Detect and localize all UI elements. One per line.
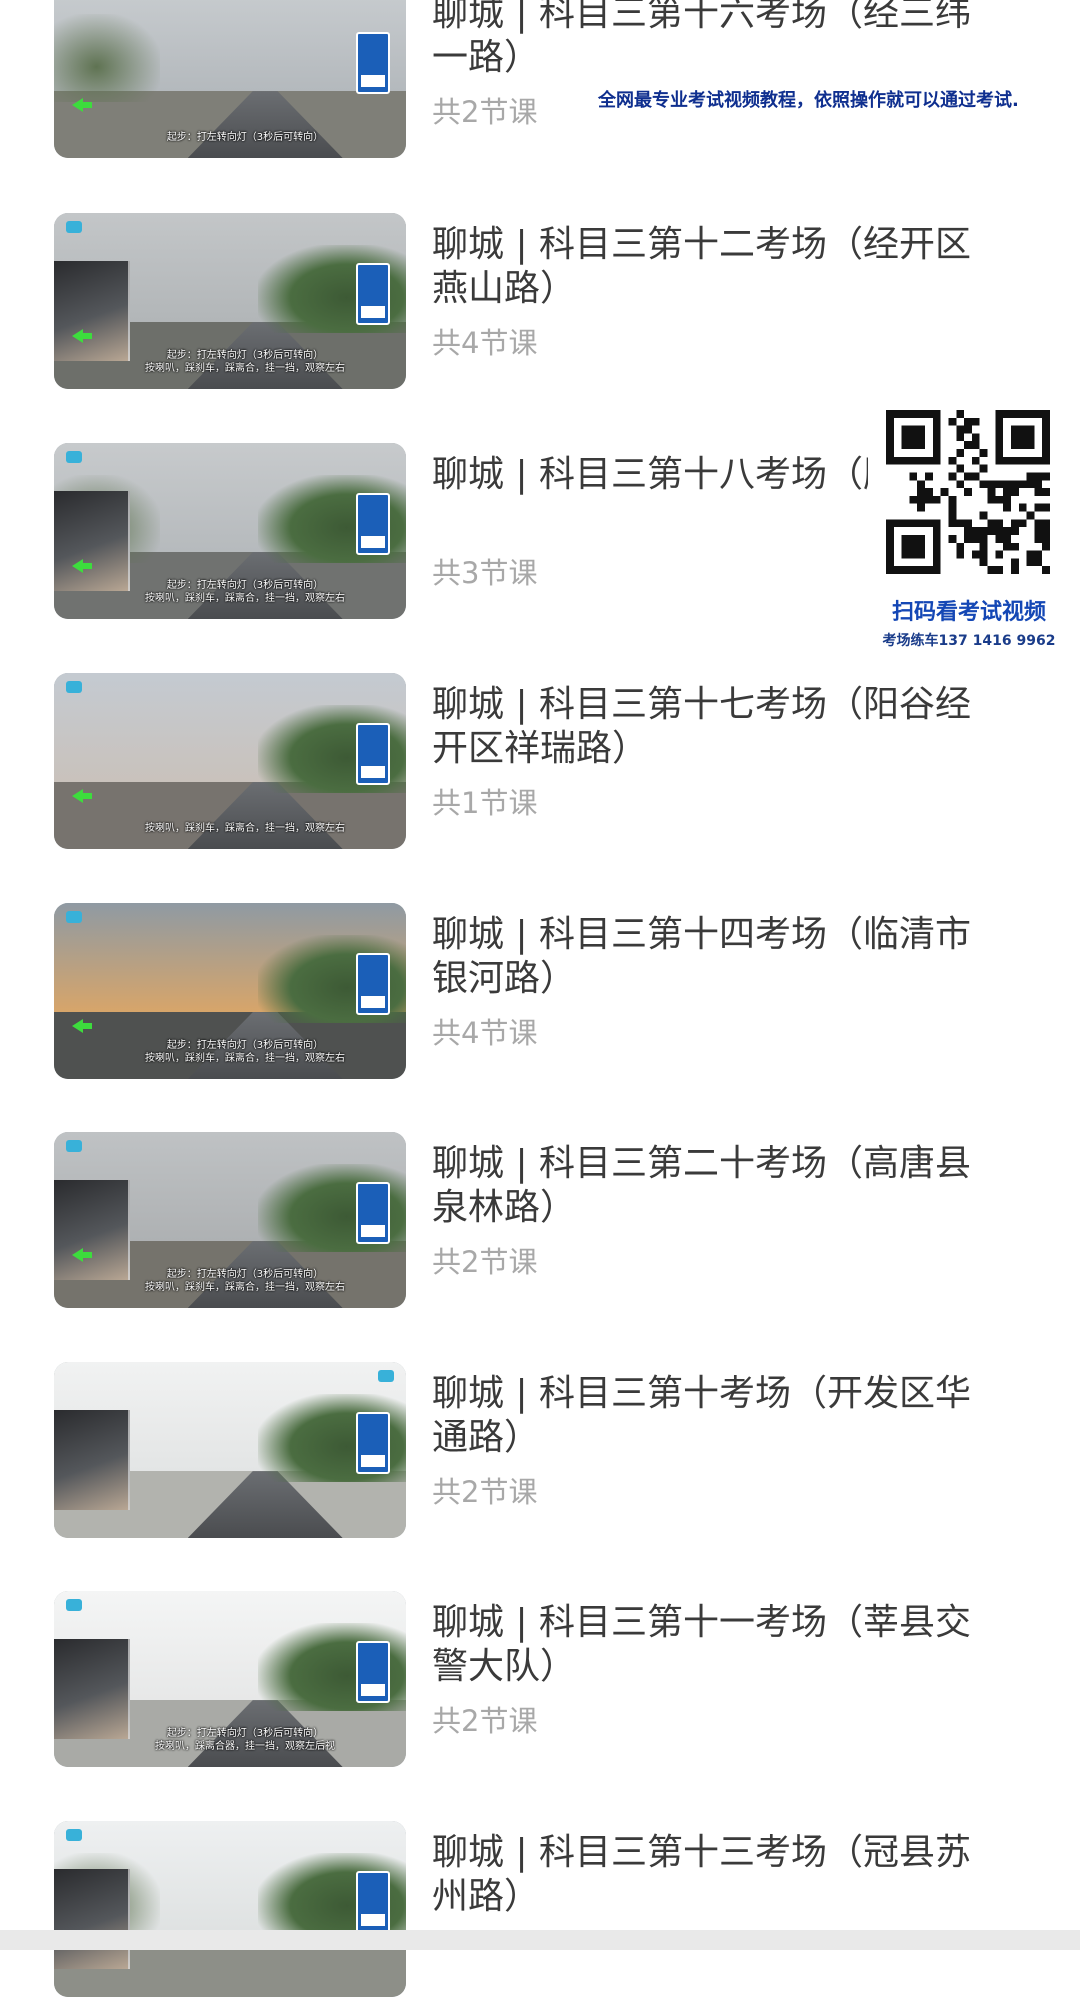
course-title[interactable]: 聊城 | 科目三第十七考场（阳谷经开区祥瑞路） [432,683,1002,771]
bottom-bar [0,1930,1080,1950]
course-thumbnail[interactable]: 起步：打左转向灯（3秒后可转向） [54,0,406,158]
turn-left-arrow-icon [72,329,92,343]
course-title[interactable]: 聊城 | 科目三第十四考场（临清市银河路） [432,913,1002,1001]
course-item[interactable]: 聊城 | 科目三第十考场（开发区华通路） 共2节课 [0,1362,1080,1538]
qr-code-icon [886,410,1050,574]
course-item[interactable]: 起步：打左转向灯（3秒后可转向） 按喇叭，踩刹车，踩离合，挂一挡，观察左右 聊城… [0,1132,1080,1308]
driver-inset [54,1410,130,1510]
lesson-count: 共1节课 [432,786,538,820]
video-caption: 起步：打左转向灯（3秒后可转向） [166,132,324,143]
course-title[interactable]: 聊城 | 科目三第十一考场（莘县交警大队） [432,1601,1002,1689]
driver-inset [54,1639,130,1739]
turn-left-arrow-icon [72,98,92,112]
cloud-icon [66,681,82,693]
thumbnail-trees [54,13,160,102]
road-sign-icon [356,953,390,1015]
lesson-count: 共4节课 [432,326,538,360]
video-caption: 起步：打左转向灯（3秒后可转向） 按喇叭，踩刹车，踩离合，挂一挡，观察左右 [145,1040,345,1064]
course-thumbnail[interactable]: 起步：打左转向灯（3秒后可转向） 按喇叭，踩刹车，踩离合，挂一挡，观察左右 [54,213,406,389]
road-sign-icon [356,723,390,785]
road-sign-icon [356,1412,390,1474]
video-caption: 起步：打左转向灯（3秒后可转向） 按喇叭，踩刹车，踩离合，挂一挡，观察左右 [145,1269,345,1293]
lesson-count: 共2节课 [432,95,538,129]
course-item[interactable]: 起步：打左转向灯（3秒后可转向） 按喇叭，踩离合器，挂一挡，观察左后视 聊城 |… [0,1591,1080,1767]
video-caption: 起步：打左转向灯（3秒后可转向） 按喇叭，踩刹车，踩离合，挂一挡，观察左右 [145,580,345,604]
course-title[interactable]: 聊城 | 科目三第十考场（开发区华通路） [432,1372,1002,1460]
turn-left-arrow-icon [72,789,92,803]
course-thumbnail[interactable]: 起步：打左转向灯（3秒后可转向） 按喇叭，踩刹车，踩离合，挂一挡，观察左右 [54,1132,406,1308]
cloud-icon [66,1599,82,1611]
course-item[interactable]: 起步：打左转向灯（3秒后可转向） 按喇叭，踩刹车，踩离合，挂一挡，观察左右 聊城… [0,903,1080,1079]
course-item[interactable]: 按喇叭，踩刹车，踩离合，挂一挡，观察左右 聊城 | 科目三第十七考场（阳谷经开区… [0,673,1080,849]
video-caption: 起步：打左转向灯（3秒后可转向） 按喇叭，踩离合器，挂一挡，观察左后视 [155,1728,335,1752]
driver-inset [54,1869,130,1969]
video-caption: 按喇叭，踩刹车，踩离合，挂一挡，观察左右 [145,823,345,834]
course-thumbnail[interactable]: 起步：打左转向灯（3秒后可转向） 按喇叭，踩刹车，踩离合，挂一挡，观察左右 [54,903,406,1079]
driver-inset [54,491,130,591]
course-item[interactable]: 聊城 | 科目三第十三考场（冠县苏州路） [0,1821,1080,1997]
lesson-count: 共2节课 [432,1704,538,1738]
road-sign-icon [356,263,390,325]
road-sign-icon [356,1871,390,1933]
course-item[interactable]: 起步：打左转向灯（3秒后可转向） 聊城 | 科目三第十六考场（经三纬一路） 共2… [0,0,1080,158]
cloud-icon [66,451,82,463]
cloud-icon [66,1829,82,1841]
lesson-count: 共2节课 [432,1475,538,1509]
road-sign-icon [356,32,390,94]
promo-banner-text: 全网最专业考试视频教程，依照操作就可以通过考试. [598,90,1019,111]
road-sign-icon [356,493,390,555]
course-item[interactable]: 起步：打左转向灯（3秒后可转向） 按喇叭，踩刹车，踩离合，挂一挡，观察左右 聊城… [0,213,1080,389]
lesson-count: 共3节课 [432,556,538,590]
lesson-count: 共2节课 [432,1245,538,1279]
turn-left-arrow-icon [72,559,92,573]
driver-inset [54,261,130,361]
course-thumbnail[interactable] [54,1362,406,1538]
course-title[interactable]: 聊城 | 科目三第二十考场（高唐县泉林路） [432,1142,1002,1230]
course-title[interactable]: 聊城 | 科目三第十三考场（冠县苏州路） [432,1831,1002,1919]
course-thumbnail[interactable] [54,1821,406,1997]
course-thumbnail[interactable]: 起步：打左转向灯（3秒后可转向） 按喇叭，踩刹车，踩离合，挂一挡，观察左右 [54,443,406,619]
cloud-icon [66,1140,82,1152]
course-thumbnail[interactable]: 起步：打左转向灯（3秒后可转向） 按喇叭，踩离合器，挂一挡，观察左后视 [54,1591,406,1767]
video-caption: 起步：打左转向灯（3秒后可转向） 按喇叭，踩刹车，踩离合，挂一挡，观察左右 [145,350,345,374]
cloud-icon [66,221,82,233]
road-sign-icon [356,1641,390,1703]
contact-phone: 考场练车137 1416 9962 [882,633,1056,649]
cloud-icon [378,1370,394,1382]
cloud-icon [66,911,82,923]
course-thumbnail[interactable]: 按喇叭，踩刹车，踩离合，挂一挡，观察左右 [54,673,406,849]
road-sign-icon [356,1182,390,1244]
turn-left-arrow-icon [72,1248,92,1262]
driver-inset [54,1180,130,1280]
course-title[interactable]: 聊城 | 科目三第十二考场（经开区燕山路） [432,223,1002,311]
course-title[interactable]: 聊城 | 科目三第十六考场（经三纬一路） [432,0,1002,80]
lesson-count: 共4节课 [432,1016,538,1050]
qr-promo[interactable]: 扫码看考试视频 考场练车137 1416 9962 [868,404,1070,654]
turn-left-arrow-icon [72,1019,92,1033]
qr-caption: 扫码看考试视频 [891,600,1046,625]
